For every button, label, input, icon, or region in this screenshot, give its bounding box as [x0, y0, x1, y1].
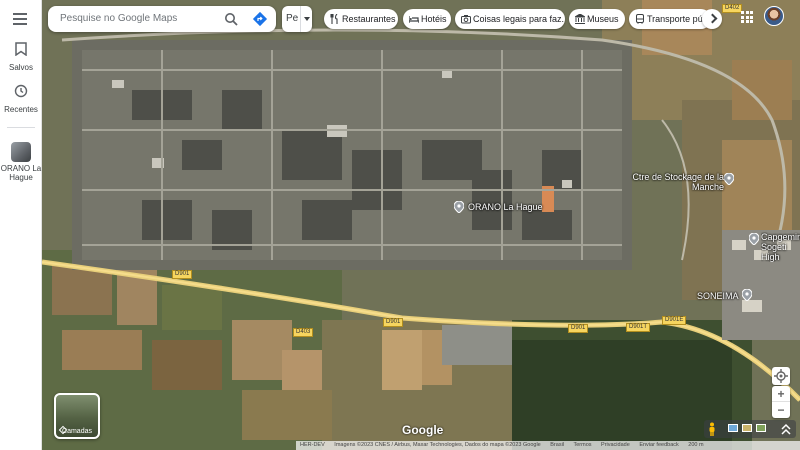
search-box[interactable]: Pesquise no Google Maps [48, 6, 276, 32]
place-label[interactable]: Ctre de Stockage de la Manche [624, 172, 724, 192]
zoom-in-button[interactable]: + [772, 386, 790, 402]
bottom-controls [704, 420, 796, 438]
chip-museums[interactable]: Museus [569, 9, 625, 29]
country-link[interactable]: Brasil [550, 442, 564, 448]
rail-divider [7, 127, 35, 128]
privacy-link[interactable]: Privacidade [601, 442, 630, 448]
tab-partial[interactable]: Pe [282, 6, 312, 32]
camera-icon [461, 15, 471, 24]
recent-place-item[interactable]: ORANO La Hague [0, 142, 42, 182]
place-label[interactable]: SONEIMA [697, 291, 739, 301]
chip-label: Hotéis [421, 14, 447, 24]
chip-label: Museus [587, 14, 619, 24]
layers-button[interactable]: Camadas [54, 393, 100, 439]
my-location-button[interactable] [772, 367, 790, 385]
map-imagery [42, 0, 800, 450]
left-rail: Salvos Recentes ORANO La Hague [0, 0, 42, 450]
imagery-tile-icon[interactable] [756, 424, 766, 432]
apps-grid-icon[interactable] [741, 11, 753, 23]
imagery-tile-icon[interactable] [742, 424, 752, 432]
locate-icon [774, 369, 788, 383]
recent-label: Recentes [4, 105, 38, 114]
zoom-out-button[interactable]: − [772, 402, 790, 418]
place-pin-icon[interactable] [742, 289, 752, 301]
history-icon [14, 84, 28, 98]
maps-app: D901 D403 D901 D901 D901T D901E D402 ORA… [0, 0, 800, 450]
chip-transit[interactable]: Transporte púb [629, 9, 711, 29]
road-label: D403 [293, 328, 314, 337]
place-label[interactable]: ORANO La Hague [468, 202, 543, 212]
road-label: D901 [568, 324, 589, 333]
restaurant-icon [330, 14, 338, 24]
road-label: D901E [662, 316, 687, 325]
layers-label: Camadas [62, 428, 92, 435]
tab-partial-label: Pe [286, 13, 299, 24]
pegman-icon[interactable] [708, 422, 716, 436]
place-pin-icon[interactable] [749, 233, 759, 245]
hotel-icon [409, 16, 419, 23]
road-label: D901T [626, 323, 651, 332]
attribution-bar: HER-DEV Imagens ©2023 CNES / Airbus, Max… [296, 441, 800, 450]
recent-place-label: ORANO La Hague [0, 164, 42, 182]
road-label: D402 [722, 4, 743, 13]
place-label[interactable]: Capgemini Sogeti High [761, 232, 800, 262]
search-input[interactable]: Pesquise no Google Maps [60, 13, 177, 24]
zoom-controls: + − [772, 386, 790, 418]
recent-place-thumbnail [11, 142, 31, 162]
satellite-map[interactable]: D901 D403 D901 D901 D901T D901E D402 ORA… [42, 0, 800, 450]
museum-icon [575, 14, 585, 24]
chip-hotels[interactable]: Hotéis [403, 9, 451, 29]
transit-icon [636, 14, 644, 24]
road-label: D901 [172, 270, 193, 279]
feedback-link[interactable]: Enviar feedback [639, 442, 678, 448]
chevron-down-icon[interactable] [300, 6, 312, 32]
place-pin-icon[interactable] [454, 201, 464, 213]
chip-label: Transporte púb [647, 14, 708, 24]
menu-icon[interactable] [13, 13, 27, 25]
imagery-tile-icon[interactable] [728, 424, 738, 432]
saved-label: Salvos [8, 63, 33, 72]
saved-button[interactable]: Salvos [0, 42, 42, 72]
attribution-text: Imagens ©2023 CNES / Airbus, Maxar Techn… [334, 442, 541, 448]
chip-things-to-do[interactable]: Coisas legais para faz... [455, 9, 565, 29]
chip-label: Coisas legais para faz... [473, 14, 565, 24]
scale-label[interactable]: 200 m [688, 442, 703, 448]
google-logo: Google [402, 423, 444, 437]
road-label: D901 [383, 318, 404, 327]
chips-next-button[interactable] [702, 9, 722, 29]
expand-up-icon[interactable] [780, 422, 792, 436]
chip-restaurants[interactable]: Restaurantes [324, 9, 398, 29]
bookmark-icon [15, 42, 27, 57]
terms-link[interactable]: Termos [573, 442, 591, 448]
avatar[interactable] [764, 6, 784, 26]
top-left-label: HER-DEV [300, 442, 325, 448]
search-icon[interactable] [224, 12, 238, 26]
place-pin-icon[interactable] [724, 173, 734, 185]
chip-label: Restaurantes [342, 14, 396, 24]
recent-button[interactable]: Recentes [0, 84, 42, 114]
directions-icon[interactable] [252, 11, 268, 27]
